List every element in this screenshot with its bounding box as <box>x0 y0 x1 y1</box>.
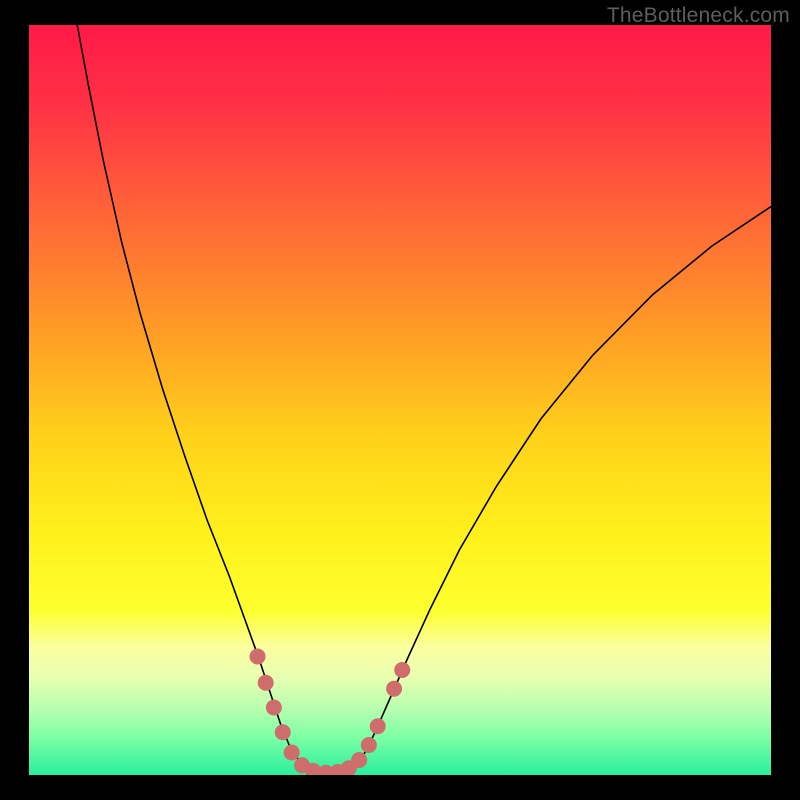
highlight-marker <box>386 681 402 697</box>
highlight-marker <box>361 737 377 753</box>
highlight-marker <box>250 649 266 665</box>
highlight-marker <box>258 675 274 691</box>
chart-plot <box>29 25 771 775</box>
highlight-marker <box>266 700 282 716</box>
highlight-marker <box>284 745 300 761</box>
highlight-marker <box>370 718 386 734</box>
highlight-marker <box>275 724 291 740</box>
highlight-marker <box>394 662 410 678</box>
chart-frame: TheBottleneck.com <box>0 0 800 800</box>
highlight-marker <box>351 752 367 768</box>
